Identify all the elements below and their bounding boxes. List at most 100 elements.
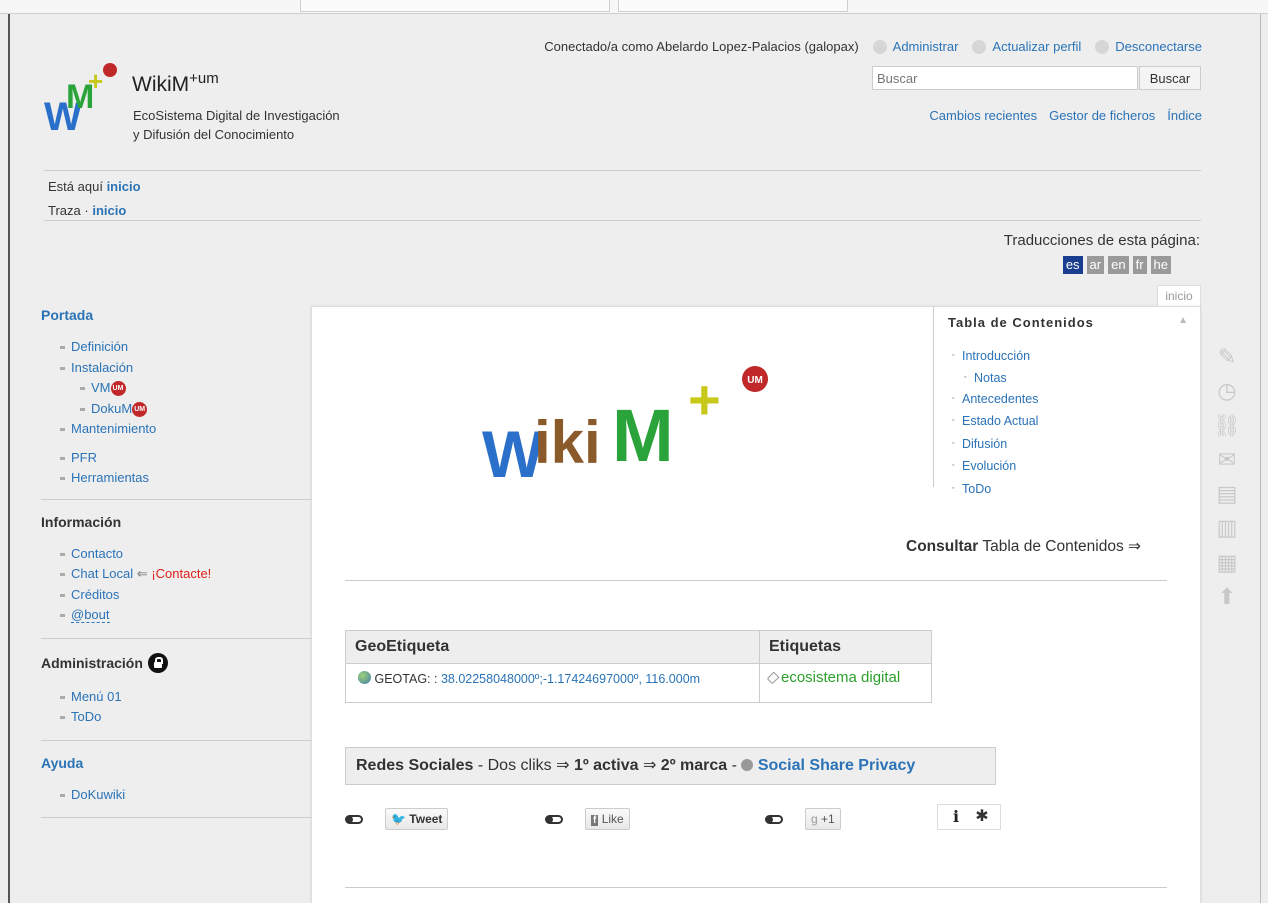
lang-fr[interactable]: fr [1132, 256, 1147, 274]
header-divider [44, 170, 1201, 171]
sidebar-list-informacion: Contacto Chat Local ⇐ ¡Contacte! Crédito… [60, 544, 317, 626]
top-tab-b [618, 0, 848, 12]
lang-en[interactable]: en [1108, 256, 1129, 274]
update-profile-link[interactable]: Actualizar perfil [992, 39, 1081, 54]
sidebar-item-chat-local[interactable]: Chat Local ⇐ ¡Contacte! [60, 564, 317, 585]
toc-item-estado-actual[interactable]: Estado Actual [952, 410, 1201, 433]
um-badge-icon: UM [132, 401, 148, 417]
translate-icon[interactable]: ▤ [1213, 480, 1241, 508]
sidebar-item-vm[interactable]: VM UM [80, 378, 317, 399]
window-right-border [1260, 14, 1261, 903]
sidebar-item-definicion[interactable]: Definición [60, 337, 317, 358]
sidebar-item-pfr[interactable]: PFR [60, 448, 317, 469]
breadcrumb-divider [44, 220, 1201, 221]
content-divider-bottom [345, 887, 1167, 888]
gplus-toggle[interactable] [765, 815, 783, 824]
sidebar-item-instalacion[interactable]: Instalación [60, 358, 317, 379]
toc-item-evolucion[interactable]: Evolución [952, 455, 1201, 478]
globe-icon [358, 671, 371, 684]
gplus-button[interactable]: g +1 [805, 808, 841, 830]
info-icon[interactable]: i [947, 807, 965, 827]
index-link[interactable]: Índice [1167, 108, 1202, 123]
sidebar-list-administracion: Menú 01 ToDo [60, 687, 317, 728]
recent-changes-link[interactable]: Cambios recientes [929, 108, 1037, 123]
geotag-link[interactable]: 38.02258048000º;-1.17424697000º, 116.000… [441, 672, 700, 686]
toc-item-antecedentes[interactable]: Antecedentes [952, 388, 1201, 411]
lang-es[interactable]: es [1062, 256, 1083, 274]
svg-text:UM: UM [747, 375, 763, 386]
backlinks-icon[interactable]: ⛓ [1213, 412, 1241, 440]
gear-icon [872, 39, 887, 54]
social-share-bar: Redes Sociales - Dos cliks ⇒ 1º activa ⇒… [345, 747, 996, 785]
user-bar: Conectado/a como Abelardo Lopez-Palacios… [544, 39, 1202, 54]
twitter-toggle[interactable] [345, 815, 363, 824]
sidebar-item-mantenimiento[interactable]: Mantenimiento [60, 419, 317, 440]
lock-icon [147, 652, 168, 673]
sidebar-title-informacion: Información [41, 513, 122, 530]
sidebar-item-herramientas[interactable]: Herramientas [60, 468, 317, 489]
window-left-border [8, 14, 10, 903]
toc-item-todo[interactable]: ToDo [952, 478, 1201, 501]
admin-link[interactable]: Administrar [893, 39, 959, 54]
toc-list: Introducción Notas Antecedentes Estado A… [952, 345, 1201, 500]
site-title[interactable]: WikiM+um [132, 70, 219, 97]
sidebar-item-menu01[interactable]: Menú 01 [60, 687, 317, 708]
logged-in-text: Conectado/a como Abelardo Lopez-Palacios… [544, 39, 859, 54]
toc-item-notas[interactable]: Notas [964, 368, 1201, 388]
power-icon [1095, 39, 1110, 54]
geotag-header: GeoEtiqueta [345, 630, 760, 664]
content-divider [345, 580, 1167, 581]
sidebar-title-portada[interactable]: Portada [41, 307, 317, 323]
facebook-toggle[interactable] [545, 815, 563, 824]
tag-icon [766, 671, 780, 685]
sidebar: Portada Definición Instalación VM UM Doku… [41, 307, 358, 832]
logout-link[interactable]: Desconectarse [1115, 39, 1202, 54]
sidebar-item-dokuwiki[interactable]: DoKuwiki [60, 785, 317, 806]
youarehere-link[interactable]: inicio [107, 179, 141, 194]
sidebar-item-about[interactable]: @bout [60, 605, 317, 626]
toc-item-introduccion[interactable]: Introducción [952, 345, 1201, 368]
collapse-icon[interactable]: ▲ [1178, 315, 1189, 330]
lang-he[interactable]: he [1150, 256, 1171, 274]
top-tab-a [300, 0, 610, 12]
tweet-button[interactable]: 🐦 Tweet [385, 808, 449, 830]
sidebar-item-creditos[interactable]: Créditos [60, 585, 317, 606]
page-tools: ✎ ◷ ⛓ ✉ ▤ ▥ ▦ ⬆ [1213, 343, 1245, 617]
sidebar-item-dokum[interactable]: DokuM UM [80, 399, 317, 420]
sidebar-item-contacto[interactable]: Contacto [60, 544, 317, 565]
svg-text:iki: iki [534, 409, 601, 476]
translations-title: Traducciones de esta página: [1003, 232, 1200, 249]
sidebar-item-todo[interactable]: ToDo [60, 707, 317, 728]
media-manager-link[interactable]: Gestor de ficheros [1049, 108, 1155, 123]
um-badge-icon: UM [110, 381, 126, 396]
lang-ar[interactable]: ar [1086, 256, 1105, 274]
email-icon[interactable]: ✉ [1213, 446, 1241, 474]
svg-text:+: + [688, 368, 721, 431]
search-input[interactable] [872, 66, 1138, 90]
toc-item-difusion[interactable]: Difusión [952, 433, 1201, 456]
consult-toc-text: Consultar Tabla de Contenidos ⇒ [906, 538, 1141, 555]
wikim-logo: W iki M + UM [482, 366, 768, 489]
site-logo[interactable]: W M + [44, 60, 120, 136]
sidebar-list-ayuda: DoKuwiki [60, 785, 317, 806]
back-to-top-icon[interactable]: ⬆ [1213, 583, 1241, 611]
edit-icon[interactable]: ✎ [1213, 343, 1241, 371]
breadcrumb: Está aquí inicio Traza · inicio [48, 175, 141, 223]
trace-link[interactable]: inicio [92, 203, 126, 218]
tag-link[interactable]: ecosistema digital [781, 669, 900, 686]
revisions-icon[interactable]: ◷ [1213, 377, 1241, 405]
site-tagline: EcoSistema Digital de Investigación y Di… [133, 108, 340, 142]
export-pdf-icon[interactable]: ▦ [1213, 549, 1241, 577]
toc-title[interactable]: Tabla de Contenidos ▲ [948, 315, 1201, 330]
sidebar-title-ayuda[interactable]: Ayuda [41, 755, 317, 771]
svg-text:+: + [88, 66, 103, 96]
like-button[interactable]: f Like [585, 808, 630, 830]
settings-icon[interactable]: ✱ [973, 807, 991, 827]
trace-label: Traza · [48, 203, 89, 218]
browser-top-strip [0, 0, 1268, 14]
table-of-contents: Tabla de Contenidos▲ Introducción Notas … [933, 307, 1201, 500]
social-buttons-row: 🐦 Tweet f Like g +1 i ✱ [345, 804, 1005, 833]
search-button[interactable]: Buscar [1139, 66, 1201, 90]
social-share-privacy-link[interactable]: Social Share Privacy [758, 757, 915, 774]
export-odt-icon[interactable]: ▥ [1213, 514, 1241, 542]
